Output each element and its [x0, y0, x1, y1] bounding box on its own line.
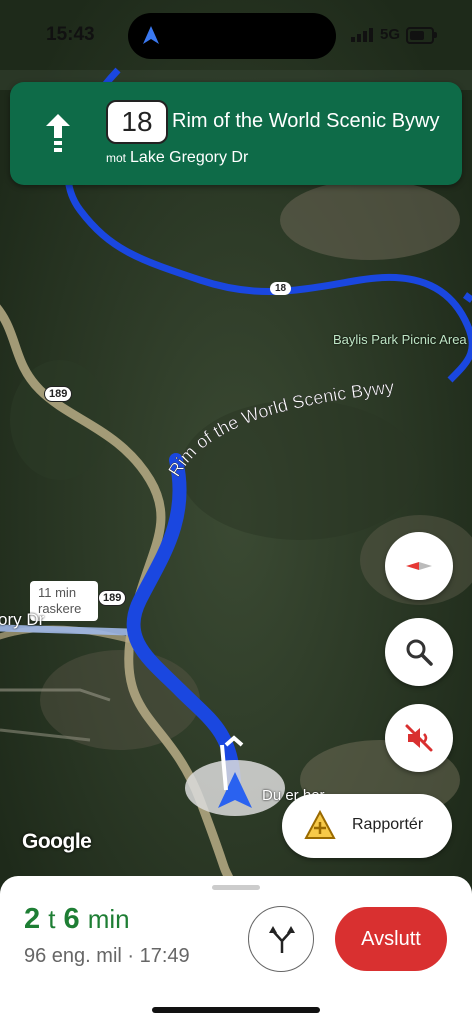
eta-hours: 2 [24, 903, 41, 935]
banner-toward: mot Lake Gregory Dr [106, 149, 248, 167]
volume-mute-icon [405, 724, 433, 752]
eta-duration: 2 t 6 min [24, 903, 130, 936]
eta-minutes-unit: min [87, 904, 130, 934]
banner-road-name: Rim of the World Scenic Bywy [172, 110, 440, 132]
faster-route-time: 11 min [38, 585, 77, 600]
eta-minutes: 6 [63, 903, 80, 935]
partial-road-label: ory Dr [0, 610, 45, 629]
network-type: 5G [380, 26, 401, 43]
signal-icon [351, 28, 373, 42]
navigation-arrow-icon [143, 26, 159, 44]
mute-button[interactable] [385, 704, 453, 772]
route-shield-189: 189 [44, 386, 73, 402]
route-fork-icon [269, 926, 295, 953]
google-attribution: Google [22, 830, 92, 853]
straight-arrow-icon [46, 114, 70, 152]
faster-route-text: raskere [38, 601, 82, 616]
route-shield: 18 [106, 100, 168, 144]
status-time: 15:43 [46, 24, 95, 45]
toward-road: Lake Gregory Dr [130, 149, 249, 166]
compass-icon [406, 562, 432, 570]
end-navigation-button[interactable]: Avslutt [335, 907, 447, 971]
eta-hours-unit: t [48, 904, 56, 934]
sheet-handle[interactable] [212, 885, 260, 890]
route-shield-18: 18 [270, 282, 292, 295]
alternate-routes-button[interactable] [248, 906, 314, 972]
compass-button[interactable] [385, 532, 453, 600]
report-warning-icon [304, 810, 336, 839]
toward-prefix: mot [106, 151, 127, 165]
route-shield-189: 189 [98, 590, 127, 606]
home-indicator[interactable] [152, 1007, 320, 1013]
report-label: Rapportér [352, 816, 424, 833]
search-icon [406, 639, 433, 666]
battery-icon [406, 27, 434, 44]
status-bar: 15:43 5G [0, 0, 472, 70]
distance-arrival: 96 eng. mil · 17:49 [24, 945, 190, 967]
direction-banner[interactable] [10, 82, 462, 185]
dynamic-island [128, 13, 336, 59]
report-button[interactable]: Rapportér [282, 794, 452, 858]
poi-label[interactable]: Baylis Park Picnic Area [333, 332, 467, 347]
search-button[interactable] [385, 618, 453, 686]
